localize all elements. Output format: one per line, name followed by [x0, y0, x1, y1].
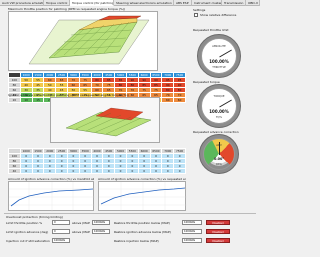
table-cell[interactable]: 0 — [173, 168, 186, 174]
overboost-divider — [4, 213, 256, 214]
torque-gauge-value: 100.00% — [209, 109, 229, 114]
line-chart-left — [8, 181, 95, 212]
requested-throttle-label: Requested throttle limit — [193, 28, 229, 32]
overboost-map-input[interactable]: 1000kPa — [92, 229, 110, 234]
overboost-value-input[interactable]: 1000kPa — [52, 238, 70, 243]
advance-gauge-value: 0.00° — [213, 157, 225, 161]
table-cell[interactable]: 0 — [43, 168, 57, 174]
line-chart-right — [98, 181, 187, 212]
load-header: 20 — [8, 97, 21, 103]
overboost-unit: above (MAP) — [72, 230, 90, 234]
requested-torque-label: Requested torque — [193, 80, 220, 84]
tab-2[interactable]: Torque control (for patching) — [70, 0, 114, 6]
tab-6[interactable]: Transmission — [222, 0, 246, 6]
advance-gauge-top: ADV — [216, 144, 222, 147]
overboost-row: Injection cut if still saturation above … — [6, 238, 256, 245]
throttle-surface-plot — [8, 11, 158, 71]
load-header: 40 — [8, 168, 21, 174]
table-cell[interactable]: 0 — [149, 168, 163, 174]
ignition-surface-svg — [65, 107, 152, 137]
table-cell[interactable]: 0 — [78, 168, 92, 174]
table-cell[interactable]: 0 — [102, 168, 116, 174]
line-chart-left-svg — [9, 182, 95, 212]
requested-advance-label: Requested advance correction — [193, 130, 239, 134]
overboost-map-input[interactable]: 1000kPa — [92, 220, 110, 225]
throttle-gauge-bottom: THROTTLE — [212, 66, 226, 69]
table-cell[interactable]: 0 — [125, 168, 139, 174]
overboost-disabled-button[interactable]: Disabled — [206, 220, 230, 225]
overboost-restore-label: Restore throttle position below (MAP) — [114, 221, 170, 225]
table-cell[interactable]: 0 — [90, 168, 104, 174]
tab-5[interactable]: Instrument cluster — [192, 0, 222, 6]
advance-gauge-bottom: DEG — [216, 163, 222, 166]
tab-7[interactable]: OBD-II — [246, 0, 260, 6]
ignition-surface-plot — [50, 97, 160, 143]
table-cell[interactable]: 0 — [66, 168, 80, 174]
tab-3[interactable]: Steering wheel electronics emulation — [114, 0, 174, 6]
show-relative-difference-checkbox[interactable] — [194, 13, 198, 17]
overboost-label: Limit ignition advance (deg) — [6, 230, 49, 234]
tab-0[interactable]: Audi VW procedure emulation — [0, 0, 44, 6]
ignition-table: 1000 1500 2000 2500 3000 3500 4000 4500 5000 5500… — [8, 148, 186, 174]
line-chart-right-svg — [99, 182, 187, 212]
overboost-row: Limit ignition advance (deg) 0 above (MAP)… — [6, 229, 256, 236]
table-cell[interactable]: 0 — [161, 168, 175, 174]
tab-bar: Audi VW procedure emulation Torque contro… — [0, 0, 260, 6]
torque-gauge-top: TORQUE — [213, 95, 225, 98]
throttle-surface-svg — [28, 15, 150, 65]
overboost-value-input[interactable]: 0 — [52, 229, 70, 234]
tab-1[interactable]: Torque control — [44, 0, 70, 6]
throttle-gauge-top: ABSOLUTE — [212, 45, 226, 48]
torque-gauge: TORQUE 100.00% TQ% — [197, 84, 241, 128]
settings-title: Settings — [193, 8, 206, 12]
table-cell[interactable]: 10 — [19, 97, 33, 103]
table-cell[interactable]: 0 — [19, 168, 33, 174]
table-cell[interactable]: 60 — [173, 97, 186, 103]
table-cell[interactable]: 15 — [31, 97, 45, 103]
overboost-disabled-button[interactable]: Disabled — [206, 229, 230, 234]
overboost-disabled-button[interactable]: Disabled — [206, 238, 230, 243]
overboost-value-input[interactable]: 0 — [52, 220, 70, 225]
overboost-row: Limit throttle position % 0 above (MAP) 100… — [6, 220, 256, 227]
overboost-restore-label: Restore injection below (MAP) — [114, 239, 159, 243]
throttle-gauge-value: 100.00% — [209, 59, 229, 64]
torque-gauge-bottom: TQ% — [215, 116, 223, 119]
table-cell[interactable]: 60 — [161, 97, 175, 103]
table-cell[interactable]: 0 — [137, 168, 151, 174]
table-cell[interactable]: 0 — [114, 168, 127, 174]
table-cell[interactable]: 0 — [31, 168, 45, 174]
overboost-restore-input[interactable]: 1000kPa — [182, 229, 202, 234]
overboost-restore-label: Restore ignition advance below (MAP) — [114, 230, 171, 234]
overboost-title: Overboost protection (timing limiting) — [6, 215, 63, 219]
table-cell[interactable]: 0 — [55, 168, 68, 174]
overboost-label: Injection cut if still saturation above … — [6, 239, 50, 243]
advance-gauge: ADV 0.00° DEG — [199, 134, 239, 174]
show-relative-difference-label: Show relative difference — [200, 13, 237, 17]
throttle-gauge: ABSOLUTE 100.00% THROTTLE — [197, 34, 241, 78]
overboost-restore-input[interactable]: 1000kPa — [182, 220, 202, 225]
overboost-label: Limit throttle position % — [6, 221, 43, 225]
overboost-restore-input[interactable]: 1000kPa — [182, 238, 202, 243]
overboost-rows: Limit throttle position % 0 above (MAP) 100… — [6, 220, 256, 247]
table-row: 40 0 0 0 0 0 0 0 0 0 0 0 0 0 0 — [8, 168, 186, 174]
overboost-unit: above (MAP) — [72, 221, 90, 225]
tab-4[interactable]: ABS ESP — [174, 0, 192, 6]
